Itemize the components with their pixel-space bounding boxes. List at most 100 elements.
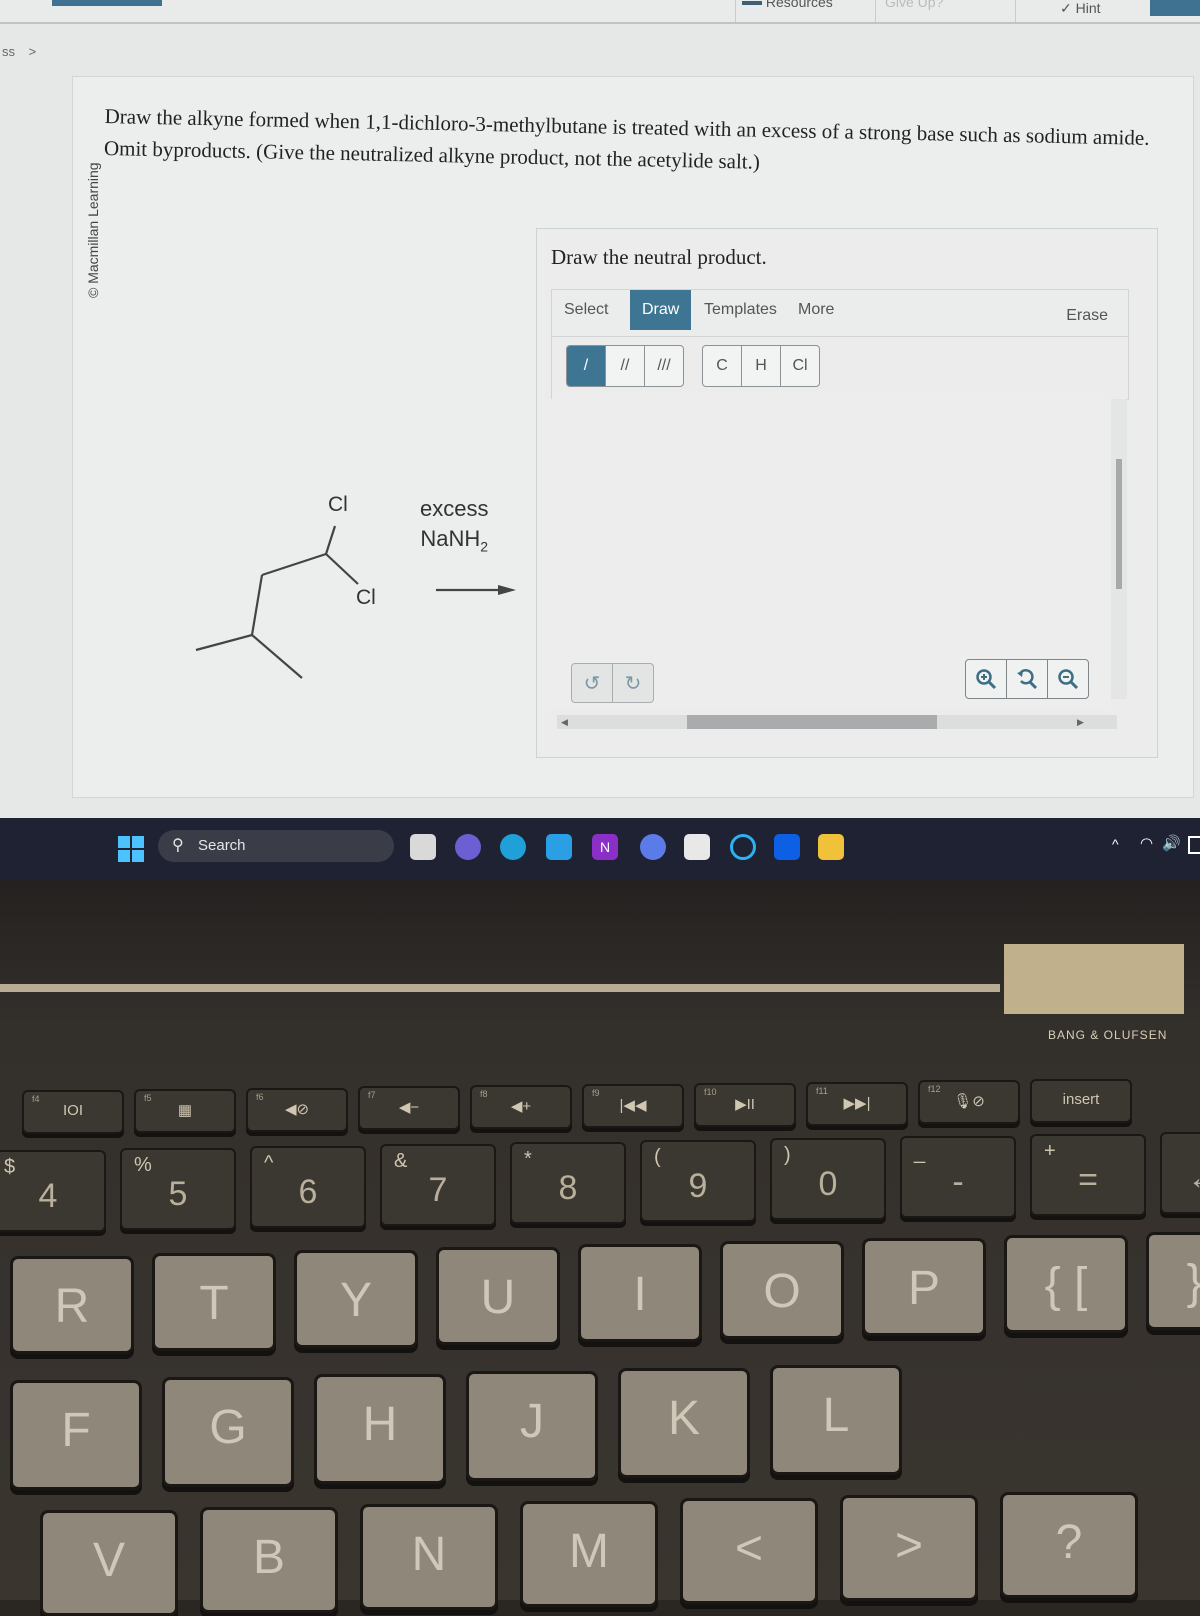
tab-select[interactable]: Select xyxy=(552,290,620,330)
letter-key[interactable]: > xyxy=(840,1495,978,1601)
double-bond-button[interactable]: // xyxy=(606,346,645,386)
zoom-in-button[interactable] xyxy=(966,660,1007,698)
drawing-panel: Draw the neutral product. Select Draw Te… xyxy=(536,228,1158,758)
letter-key[interactable]: R xyxy=(10,1256,134,1354)
zoom-out-button[interactable] xyxy=(1048,660,1088,698)
key-label: N xyxy=(411,1528,447,1581)
letter-key[interactable]: G xyxy=(162,1377,294,1487)
letter-key[interactable]: O xyxy=(720,1241,844,1339)
tools-row: / // /// C H Cl xyxy=(551,335,1129,400)
brand-label: BANG & OLUFSEN xyxy=(1048,1028,1168,1042)
letter-key[interactable]: Y xyxy=(294,1250,418,1348)
scrollbar-thumb[interactable] xyxy=(1116,459,1122,589)
number-key[interactable]: $4 xyxy=(0,1150,106,1232)
number-key[interactable]: _ - xyxy=(900,1136,1016,1218)
task-view-icon[interactable] xyxy=(410,834,436,860)
atom-h-button[interactable]: H xyxy=(742,346,781,386)
function-key[interactable]: f11 ▶▶| xyxy=(806,1081,908,1126)
cortana-icon[interactable] xyxy=(730,834,756,860)
taskbar-search[interactable]: ⚲ Search xyxy=(158,830,394,862)
hint-button[interactable]: ✓ Hint xyxy=(1060,0,1101,17)
letter-key[interactable]: ? xyxy=(1000,1492,1138,1598)
letter-key[interactable]: < xyxy=(680,1498,818,1604)
breadcrumb[interactable]: ss > xyxy=(2,44,36,59)
number-key[interactable]: * 8 xyxy=(510,1142,626,1224)
letter-key[interactable]: I xyxy=(578,1244,702,1342)
function-key[interactable]: f7 ◀− xyxy=(358,1086,460,1131)
single-bond-button[interactable]: / xyxy=(567,346,606,386)
scroll-right-icon[interactable]: ▶ xyxy=(1077,715,1084,729)
function-key[interactable]: f6 ◀⊘ xyxy=(246,1087,348,1132)
resources-label: Resources xyxy=(765,0,833,10)
letter-key[interactable]: H xyxy=(314,1374,446,1484)
atom-cl-button[interactable]: Cl xyxy=(781,346,819,386)
function-key[interactable]: f4 IOI xyxy=(22,1090,124,1134)
letter-key[interactable]: } ] xyxy=(1146,1232,1200,1330)
resources-button[interactable]: Resources xyxy=(742,0,833,10)
key-label: U xyxy=(480,1271,516,1324)
onenote-icon[interactable]: N xyxy=(592,834,618,860)
copyright-credit: © Macmillan Learning xyxy=(78,110,101,300)
undo-button[interactable]: ↺ xyxy=(572,664,613,702)
erase-button[interactable]: Erase xyxy=(1054,296,1120,336)
letter-key[interactable]: V xyxy=(40,1510,178,1616)
letter-key[interactable]: N xyxy=(360,1504,498,1610)
file-explorer-icon[interactable] xyxy=(818,834,844,860)
function-key[interactable]: f8 ◀+ xyxy=(470,1085,572,1130)
scroll-left-icon[interactable]: ◀ xyxy=(561,715,568,729)
zoom-reset-button[interactable] xyxy=(1007,660,1048,698)
chevron-up-icon[interactable]: ^ xyxy=(1112,836,1119,852)
letter-key[interactable]: B xyxy=(200,1507,338,1613)
tab-draw[interactable]: Draw xyxy=(630,290,692,330)
editor-toolbar: Select Draw Templates More Erase xyxy=(551,289,1129,337)
number-key[interactable]: ) 0 xyxy=(770,1138,886,1220)
number-key[interactable]: % 5 xyxy=(120,1148,236,1230)
letter-key[interactable]: K xyxy=(618,1368,750,1478)
function-key[interactable]: f5 ▦ xyxy=(134,1088,236,1133)
letter-key[interactable]: U xyxy=(436,1247,560,1345)
letter-key[interactable]: J xyxy=(466,1371,598,1481)
letter-key[interactable]: { [ xyxy=(1004,1235,1128,1333)
reaction-arrow-head xyxy=(498,585,516,595)
redo-icon: ↻ xyxy=(624,672,642,695)
wifi-icon[interactable]: ◠ xyxy=(1140,834,1153,852)
store-icon[interactable] xyxy=(684,834,710,860)
reagent-formula: NaNH xyxy=(420,526,481,551)
number-key[interactable]: (9 xyxy=(640,1140,756,1222)
function-key[interactable]: f9 |◀◀ xyxy=(582,1084,684,1128)
tab-templates[interactable]: Templates xyxy=(692,290,789,330)
give-up-button[interactable]: Give Up? xyxy=(885,0,943,10)
mail-icon[interactable] xyxy=(546,834,572,860)
copilot-icon[interactable] xyxy=(640,834,666,860)
redo-button[interactable]: ↻ xyxy=(613,664,653,702)
bond xyxy=(261,552,327,577)
start-button[interactable] xyxy=(118,836,144,862)
number-key[interactable]: + = xyxy=(1030,1134,1146,1216)
letter-key[interactable]: L xyxy=(770,1365,902,1475)
chevron-right-icon[interactable]: > xyxy=(29,44,37,59)
triple-bond-button[interactable]: /// xyxy=(645,346,683,386)
vertical-scrollbar[interactable] xyxy=(1111,399,1127,699)
number-key[interactable]: ← b xyxy=(1160,1132,1200,1214)
horizontal-scrollbar[interactable]: ◀ ▶ xyxy=(557,715,1117,729)
letter-key[interactable]: F xyxy=(10,1380,142,1490)
volume-icon[interactable]: 🔊 xyxy=(1162,834,1181,852)
letter-key[interactable]: P xyxy=(862,1238,986,1336)
dropbox-icon[interactable] xyxy=(774,834,800,860)
key-main-symbol: - xyxy=(952,1163,964,1201)
number-key[interactable]: & 7 xyxy=(380,1144,496,1226)
chlorine-label-1: Cl xyxy=(328,493,348,516)
edge-icon[interactable] xyxy=(500,834,526,860)
function-key[interactable]: f12 🎙⊘ xyxy=(918,1080,1020,1125)
number-key[interactable]: ^ 6 xyxy=(250,1146,366,1228)
letter-key[interactable]: M xyxy=(520,1501,658,1607)
atom-c-button[interactable]: C xyxy=(703,346,742,386)
letter-key[interactable]: T xyxy=(152,1253,276,1351)
function-key[interactable]: f10 ▶II xyxy=(694,1082,796,1127)
function-key[interactable]: insert xyxy=(1030,1079,1132,1124)
hint-label: Hint xyxy=(1075,0,1101,16)
teams-icon[interactable] xyxy=(455,834,481,860)
tab-more[interactable]: More xyxy=(786,290,846,330)
scrollbar-thumb[interactable] xyxy=(687,715,937,729)
check-answer-button[interactable] xyxy=(1150,0,1200,16)
